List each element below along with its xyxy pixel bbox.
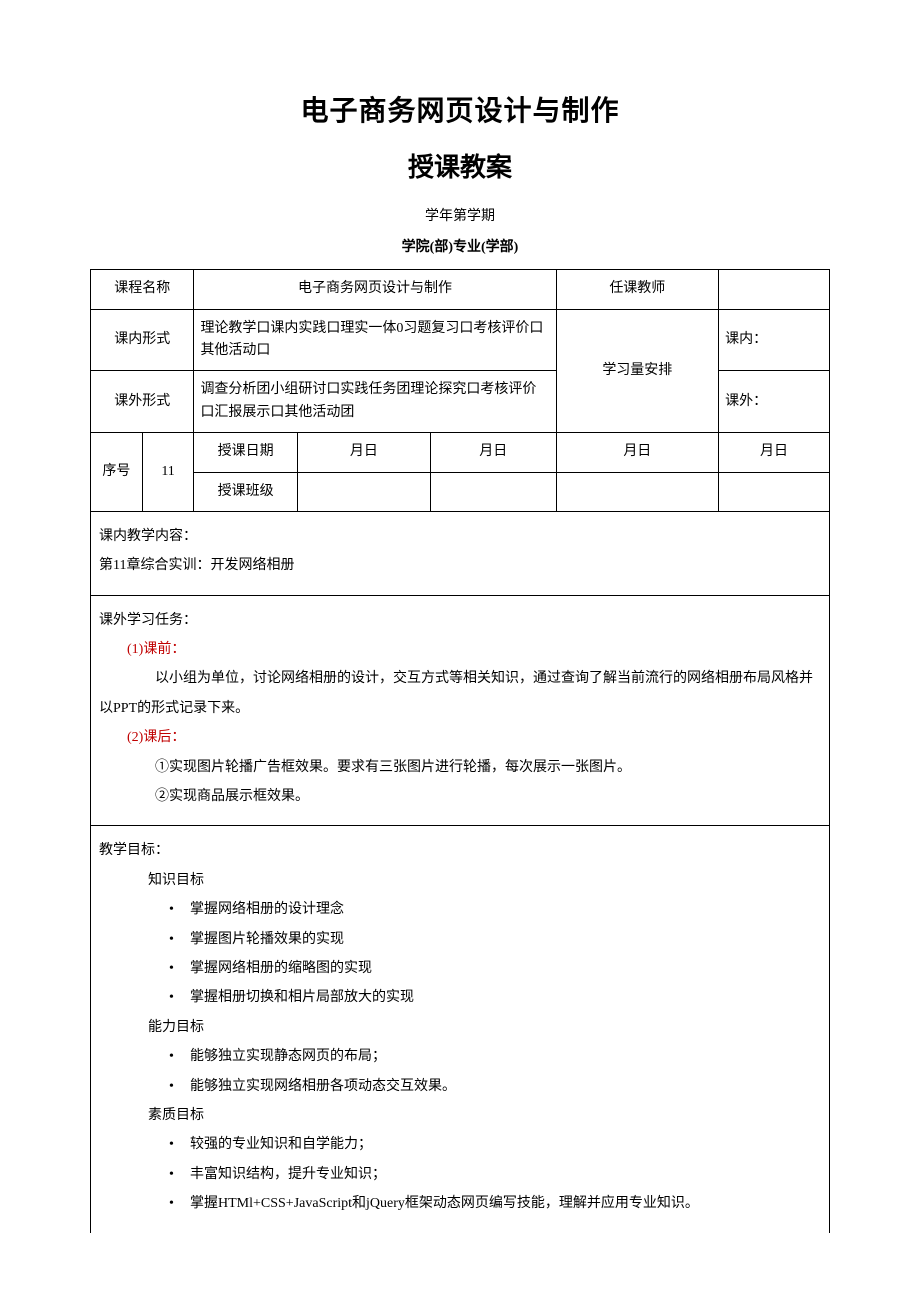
- out-task-box: 课外学习任务： (1)课前： 以小组为单位，讨论网络相册的设计，交互方式等相关知…: [90, 596, 830, 827]
- value-in-class: 课内：: [719, 309, 830, 371]
- label-course-name: 课程名称: [91, 270, 194, 309]
- in-content-heading: 课内教学内容：: [99, 522, 821, 551]
- value-seq: 11: [142, 433, 194, 512]
- pre-class-body: 以小组为单位，讨论网络相册的设计，交互方式等相关知识，通过查询了解当前流行的网络…: [99, 664, 821, 723]
- table-row: 序号 11 授课日期 月日 月日 月日 月日: [91, 433, 830, 472]
- pre-class-heading: (1)课前：: [99, 635, 821, 664]
- class-cell: [719, 472, 830, 511]
- in-content-body: 第11章综合实训：开发网络相册: [99, 551, 821, 580]
- table-row: 课内形式 理论教学口课内实践口理实一体0习题复习口考核评价口其他活动口 学习量安…: [91, 309, 830, 371]
- semester-line: 学年第学期: [90, 206, 830, 228]
- value-out-class: 课外：: [719, 371, 830, 433]
- value-in-class-form: 理论教学口课内实践口理实一体0习题复习口考核评价口其他活动口: [194, 309, 556, 371]
- knowledge-item: 掌握网络相册的缩略图的实现: [99, 954, 821, 983]
- in-class-content-box: 课内教学内容： 第11章综合实训：开发网络相册: [90, 512, 830, 596]
- ability-item: 能够独立实现网络相册各项动态交互效果。: [99, 1072, 821, 1101]
- knowledge-item: 掌握图片轮播效果的实现: [99, 925, 821, 954]
- post-item-2: ②实现商品展示框效果。: [99, 782, 821, 811]
- goal-box: 教学目标： 知识目标 掌握网络相册的设计理念 掌握图片轮播效果的实现 掌握网络相…: [90, 826, 830, 1232]
- form-table: 课程名称 电子商务网页设计与制作 任课教师 课内形式 理论教学口课内实践口理实一…: [90, 269, 830, 512]
- label-seq: 序号: [91, 433, 143, 512]
- label-in-class-form: 课内形式: [91, 309, 194, 371]
- value-course-name: 电子商务网页设计与制作: [194, 270, 556, 309]
- table-row: 授课班级: [91, 472, 830, 511]
- class-cell: [556, 472, 719, 511]
- quality-item: 掌握HTMl+CSS+JavaScript和jQuery框架动态网页编写技能，理…: [99, 1189, 821, 1218]
- class-cell: [430, 472, 556, 511]
- label-teacher: 任课教师: [556, 270, 719, 309]
- date-cell: 月日: [556, 433, 719, 472]
- date-cell: 月日: [430, 433, 556, 472]
- value-teacher: [719, 270, 830, 309]
- quality-heading: 素质目标: [99, 1101, 821, 1130]
- label-teach-date: 授课日期: [194, 433, 297, 472]
- label-out-class-form: 课外形式: [91, 371, 194, 433]
- ability-item: 能够独立实现静态网页的布局；: [99, 1042, 821, 1071]
- value-out-class-form: 调查分析团小组研讨口实践任务团理论探究口考核评价口汇报展示口其他活动团: [194, 371, 556, 433]
- label-study-arrange: 学习量安排: [556, 309, 719, 433]
- quality-item: 较强的专业知识和自学能力；: [99, 1130, 821, 1159]
- knowledge-item: 掌握网络相册的设计理念: [99, 895, 821, 924]
- faculty-line: 学院(部)专业(学部): [90, 237, 830, 259]
- date-cell: 月日: [719, 433, 830, 472]
- table-row: 课外形式 调查分析团小组研讨口实践任务团理论探究口考核评价口汇报展示口其他活动团…: [91, 371, 830, 433]
- date-cell: 月日: [297, 433, 430, 472]
- doc-title-1: 电子商务网页设计与制作: [90, 90, 830, 135]
- class-cell: [297, 472, 430, 511]
- post-item-1: ①实现图片轮播广告框效果。要求有三张图片进行轮播，每次展示一张图片。: [99, 753, 821, 782]
- doc-title-2: 授课教案: [90, 147, 830, 189]
- knowledge-heading: 知识目标: [99, 866, 821, 895]
- post-class-heading: (2)课后：: [99, 723, 821, 752]
- out-task-heading: 课外学习任务：: [99, 606, 821, 635]
- ability-heading: 能力目标: [99, 1013, 821, 1042]
- knowledge-item: 掌握相册切换和相片局部放大的实现: [99, 983, 821, 1012]
- label-teach-class: 授课班级: [194, 472, 297, 511]
- quality-item: 丰富知识结构，提升专业知识；: [99, 1160, 821, 1189]
- table-row: 课程名称 电子商务网页设计与制作 任课教师: [91, 270, 830, 309]
- goal-heading: 教学目标：: [99, 836, 821, 865]
